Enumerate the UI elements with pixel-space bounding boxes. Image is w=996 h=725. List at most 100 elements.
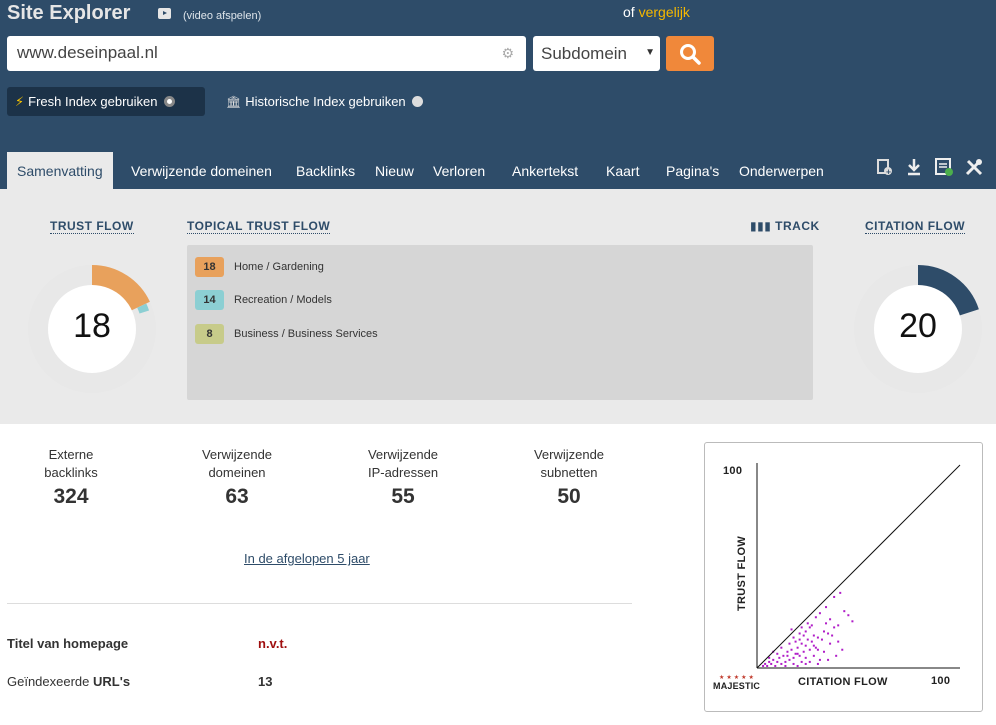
divider <box>7 603 632 604</box>
tab-verloren[interactable]: Verloren <box>433 152 485 189</box>
stat-label: Externe <box>48 447 94 462</box>
scatter-point <box>804 630 807 633</box>
gear-icon[interactable]: ⚙ <box>501 45 514 62</box>
tools-icon[interactable] <box>964 157 984 177</box>
scatter-point <box>790 648 793 651</box>
scatter-point <box>794 652 797 655</box>
stat-value[interactable]: 50 <box>504 485 634 509</box>
indexed-urls-value: 13 <box>258 674 273 689</box>
scatter-point <box>796 664 799 667</box>
citation-flow-value: 20 <box>899 307 937 345</box>
scope-select-value: Subdomein <box>541 44 628 63</box>
topic-badge: 18 <box>195 257 224 277</box>
tab-nieuw[interactable]: Nieuw <box>375 152 414 189</box>
scatter-point <box>804 644 807 647</box>
topics-box: 18 Home / Gardening 14 Recreation / Mode… <box>187 245 813 400</box>
scatter-point <box>812 654 815 657</box>
scatter-point <box>790 628 793 631</box>
video-link[interactable]: (video afspelen) <box>183 10 261 22</box>
stat-value[interactable]: 55 <box>338 485 468 509</box>
tab-paginas[interactable]: Pagina's <box>666 152 719 189</box>
fresh-index-radio[interactable] <box>163 96 175 107</box>
download-icon[interactable] <box>906 157 922 177</box>
historic-index-option[interactable]: 🏛 Historische Index gebruiken <box>224 87 423 116</box>
scatter-point <box>837 640 840 643</box>
scatter-point <box>820 638 823 641</box>
bank-icon: 🏛 <box>226 95 242 109</box>
indexed-urls-label: Geïndexeerde URL's <box>7 674 130 689</box>
search-button[interactable] <box>666 36 714 71</box>
scatter-point <box>776 652 779 655</box>
scatter-point <box>784 660 787 663</box>
x-axis-label: CITATION FLOW <box>798 676 888 688</box>
scatter-point <box>800 660 803 663</box>
diagonal-line <box>756 464 961 669</box>
fresh-index-option[interactable]: ⚡ Fresh Index gebruiken <box>7 87 205 116</box>
topic-badge: 14 <box>195 290 224 310</box>
scatter-point <box>833 626 836 629</box>
search-box: ⚙ <box>7 36 526 71</box>
bar-chart-icon: ▮▮▮ <box>750 219 776 233</box>
scatter-point <box>816 636 819 639</box>
stat-label: Verwijzende <box>533 447 605 462</box>
stat-value[interactable]: 63 <box>172 485 302 509</box>
trust-flow-value: 18 <box>73 307 111 345</box>
stat-referring-domains: Verwijzende domeinen 63 <box>172 446 302 509</box>
historic-index-radio[interactable] <box>411 96 423 107</box>
scatter-plot: 100 100 CITATION FLOW TRUST FLOW <box>723 463 961 688</box>
stat-value[interactable]: 324 <box>6 485 136 509</box>
report-icon[interactable] <box>934 157 954 177</box>
scatter-point <box>780 646 783 649</box>
scatter-point <box>822 650 825 653</box>
scatter-point <box>847 614 850 617</box>
x-max-label: 100 <box>931 675 950 687</box>
homepage-title-label: Titel van homepage <box>7 636 129 651</box>
homepage-title-value: n.v.t. <box>258 636 288 651</box>
topical-trust-flow-label[interactable]: TOPICAL TRUST FLOW <box>187 219 331 234</box>
scatter-point <box>831 634 834 637</box>
flow-metrics-scatter[interactable]: 100 100 CITATION FLOW TRUST FLOW ★★★★★ M… <box>704 442 983 712</box>
scatter-point <box>841 648 844 651</box>
scatter-point <box>804 656 807 659</box>
indexed-urls-label-bold: URL's <box>93 674 131 689</box>
lightning-icon: ⚡ <box>15 94 25 109</box>
citation-flow-label[interactable]: CITATION FLOW <box>865 219 966 234</box>
y-max-label: 100 <box>723 465 742 477</box>
scatter-point <box>808 648 811 651</box>
track-button[interactable]: ▮▮▮ TRACK <box>750 219 820 233</box>
scatter-point <box>780 662 783 665</box>
scatter-point <box>794 640 797 643</box>
tab-onderwerpen[interactable]: Onderwerpen <box>739 152 824 189</box>
scatter-point <box>827 632 830 635</box>
scatter-point <box>835 654 838 657</box>
scatter-point <box>808 660 811 663</box>
youtube-icon[interactable] <box>158 8 171 19</box>
scope-select[interactable]: Subdomein ▼ <box>533 36 660 71</box>
svg-text:+: + <box>886 168 892 176</box>
period-link[interactable]: In de afgelopen 5 jaar <box>244 551 370 566</box>
bulk-backlinks-icon[interactable]: + <box>876 157 894 177</box>
tab-ankertekst[interactable]: Ankertekst <box>512 152 578 189</box>
stat-label: backlinks <box>44 465 98 480</box>
scatter-point <box>772 658 775 661</box>
indexed-urls-label-prefix: Geïndexeerde <box>7 674 94 689</box>
tab-samenvatting[interactable]: Samenvatting <box>7 152 113 189</box>
scatter-point <box>770 662 773 665</box>
compare-prefix: of <box>623 4 635 20</box>
tab-backlinks[interactable]: Backlinks <box>296 152 355 189</box>
stat-label: Verwijzende <box>201 447 273 462</box>
scatter-point <box>827 658 830 661</box>
scatter-point <box>796 646 799 649</box>
scatter-point <box>833 595 836 598</box>
tab-kaart[interactable]: Kaart <box>606 152 639 189</box>
trust-flow-label[interactable]: TRUST FLOW <box>50 219 134 234</box>
topic-badge: 8 <box>195 324 224 344</box>
search-input[interactable] <box>17 43 487 63</box>
stat-label: subnetten <box>540 465 598 480</box>
scatter-point <box>829 618 832 621</box>
scatter-point <box>810 624 813 627</box>
scatter-point <box>798 654 801 657</box>
scatter-points <box>762 591 854 667</box>
compare-link[interactable]: vergelijk <box>639 4 690 20</box>
tab-verwijzende-domeinen[interactable]: Verwijzende domeinen <box>131 152 272 189</box>
